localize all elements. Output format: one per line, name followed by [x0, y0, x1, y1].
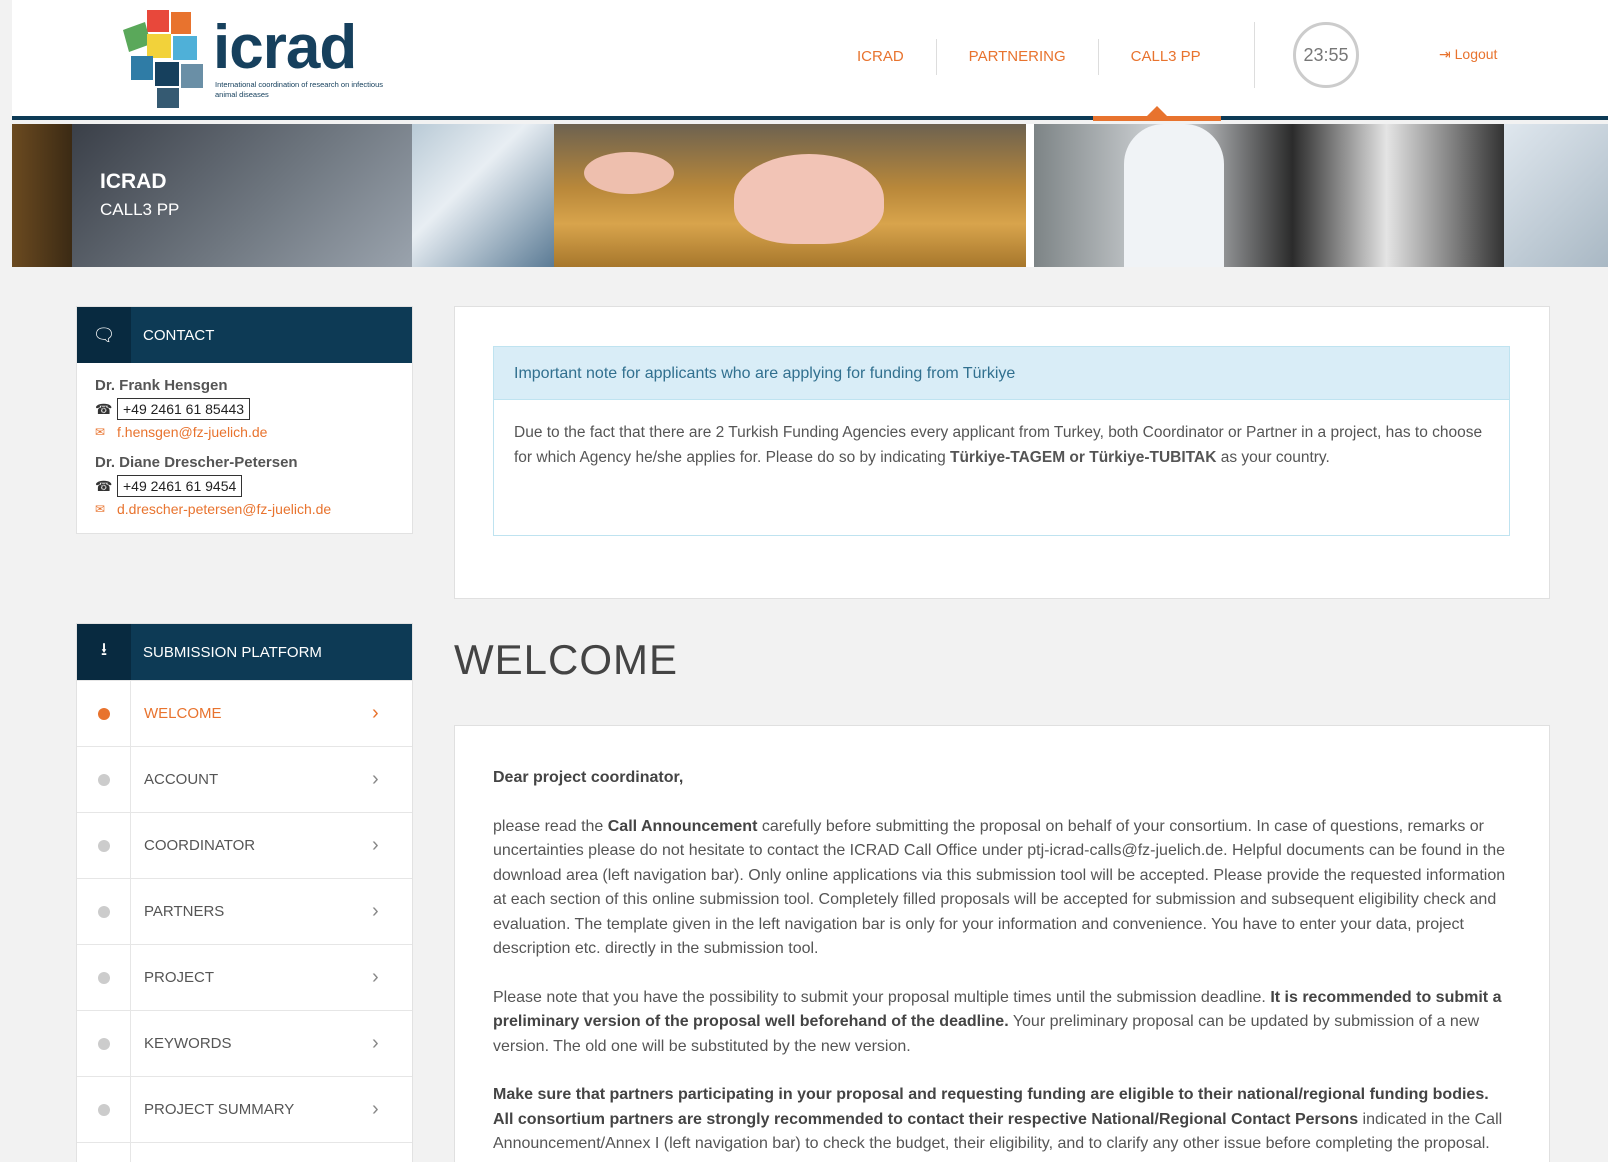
header-banner-image: [12, 124, 1608, 267]
menu-item-welcome[interactable]: WELCOME ›: [77, 680, 412, 746]
chevron-right-icon: ›: [372, 900, 379, 922]
logo-mark-icon: [123, 10, 203, 108]
phone-icon: ☎: [95, 477, 113, 494]
menu-item-keywords[interactable]: KEYWORDS ›: [77, 1010, 412, 1076]
banner-title-main: ICRAD: [100, 170, 167, 193]
banner-title: ICRAD CALL3 PP: [100, 170, 179, 220]
logout-icon: ⇥: [1439, 46, 1451, 62]
menu-item-project-summary[interactable]: PROJECT SUMMARY ›: [77, 1076, 412, 1142]
nav-divider: [1254, 22, 1255, 88]
important-note-card: Important note for applicants who are ap…: [454, 306, 1550, 599]
contact-phone[interactable]: +49 2461 61 85443: [117, 398, 251, 420]
menu-item-label: PARTNERS: [144, 903, 225, 920]
contact-person: Dr. Frank Hensgen ☎ +49 2461 61 85443 ✉ …: [95, 377, 394, 440]
nav-partnering[interactable]: PARTNERING: [937, 39, 1099, 75]
banner-title-sub: CALL3 PP: [100, 200, 180, 219]
paragraph: Make sure that partners participating in…: [493, 1086, 1503, 1152]
status-dot-icon: [97, 905, 110, 918]
chevron-right-icon: ›: [372, 768, 379, 790]
chat-icon: 🗨: [77, 307, 131, 363]
chevron-right-icon: ›: [372, 834, 379, 856]
greeting: Dear project coordinator,: [493, 769, 684, 786]
menu-item-account[interactable]: ACCOUNT ›: [77, 746, 412, 812]
page-title: WELCOME: [454, 636, 679, 683]
contact-email-link[interactable]: f.hensgen@fz-juelich.de: [117, 424, 267, 440]
chevron-right-icon: ›: [372, 1098, 379, 1120]
alert-title: Important note for applicants who are ap…: [494, 347, 1509, 400]
alert-text: as your country.: [1216, 449, 1330, 466]
paragraph: please read the Call Announcement carefu…: [493, 817, 1506, 958]
submission-title: SUBMISSION PLATFORM: [143, 643, 322, 661]
download-tray-icon: ⭳: [77, 624, 131, 680]
logo-tagline: International coordination of research o…: [215, 80, 384, 99]
top-header: icrad International coordination of rese…: [12, 0, 1608, 120]
menu-item-coordinator[interactable]: COORDINATOR ›: [77, 812, 412, 878]
menu-item-project[interactable]: PROJECT ›: [77, 944, 412, 1010]
menu-item-label: COORDINATOR: [144, 837, 256, 854]
envelope-icon: ✉: [95, 502, 106, 516]
menu-item-partners[interactable]: PARTNERS ›: [77, 878, 412, 944]
logout-link[interactable]: ⇥ Logout: [1439, 46, 1497, 63]
chevron-right-icon: ›: [372, 966, 379, 988]
nav-icrad[interactable]: ICRAD: [825, 39, 937, 75]
active-nav-bar: [1093, 116, 1221, 121]
paragraph: Please note that you have the possibilit…: [493, 988, 1502, 1055]
contact-panel-header: 🗨 CONTACT: [77, 307, 412, 363]
contact-name: Dr. Diane Drescher-Petersen: [95, 454, 298, 471]
icrad-logo[interactable]: icrad International coordination of rese…: [117, 8, 387, 113]
chevron-right-icon: ›: [372, 702, 379, 724]
contact-panel: 🗨 CONTACT Dr. Frank Hensgen ☎ +49 2461 6…: [76, 306, 413, 534]
menu-item-label: PROJECT: [144, 969, 215, 986]
status-dot-icon: [97, 1103, 110, 1116]
menu-item-label: PROJECT SUMMARY: [144, 1101, 295, 1118]
contact-name: Dr. Frank Hensgen: [95, 377, 228, 394]
welcome-text-card: Dear project coordinator, please read th…: [454, 725, 1550, 1162]
menu-item-next[interactable]: [77, 1142, 412, 1162]
nav-call3-pp[interactable]: CALL3 PP: [1099, 39, 1233, 75]
menu-item-label: WELCOME: [144, 705, 222, 722]
status-dot-icon: [97, 707, 110, 720]
status-dot-icon: [97, 839, 110, 852]
phone-icon: ☎: [95, 400, 113, 417]
chevron-right-icon: ›: [372, 1032, 379, 1054]
page: icrad International coordination of rese…: [0, 0, 1608, 1162]
status-dot-icon: [97, 773, 110, 786]
logo-wordmark: icrad: [213, 13, 357, 82]
contact-title: CONTACT: [143, 326, 215, 344]
submission-panel: ⭳ SUBMISSION PLATFORM WELCOME › ACCOUNT …: [76, 623, 413, 1162]
contact-phone[interactable]: +49 2461 61 9454: [117, 475, 243, 497]
alert-text-bold: Türkiye-TAGEM or Türkiye-TUBITAK: [950, 449, 1217, 466]
menu-item-label: ACCOUNT: [144, 771, 219, 788]
main-nav: ICRAD PARTNERING CALL3 PP: [825, 22, 1233, 92]
alert-body: Due to the fact that there are 2 Turkish…: [494, 400, 1509, 490]
contact-email-link[interactable]: d.drescher-petersen@fz-juelich.de: [117, 501, 331, 517]
info-alert: Important note for applicants who are ap…: [493, 346, 1510, 536]
menu-item-label: KEYWORDS: [144, 1035, 232, 1052]
submission-panel-header: ⭳ SUBMISSION PLATFORM: [77, 624, 412, 680]
envelope-icon: ✉: [95, 425, 106, 439]
status-dot-icon: [97, 971, 110, 984]
session-timer: 23:55: [1293, 22, 1359, 88]
logout-label: Logout: [1454, 46, 1498, 62]
contact-person: Dr. Diane Drescher-Petersen ☎ +49 2461 6…: [95, 454, 394, 517]
status-dot-icon: [97, 1037, 110, 1050]
